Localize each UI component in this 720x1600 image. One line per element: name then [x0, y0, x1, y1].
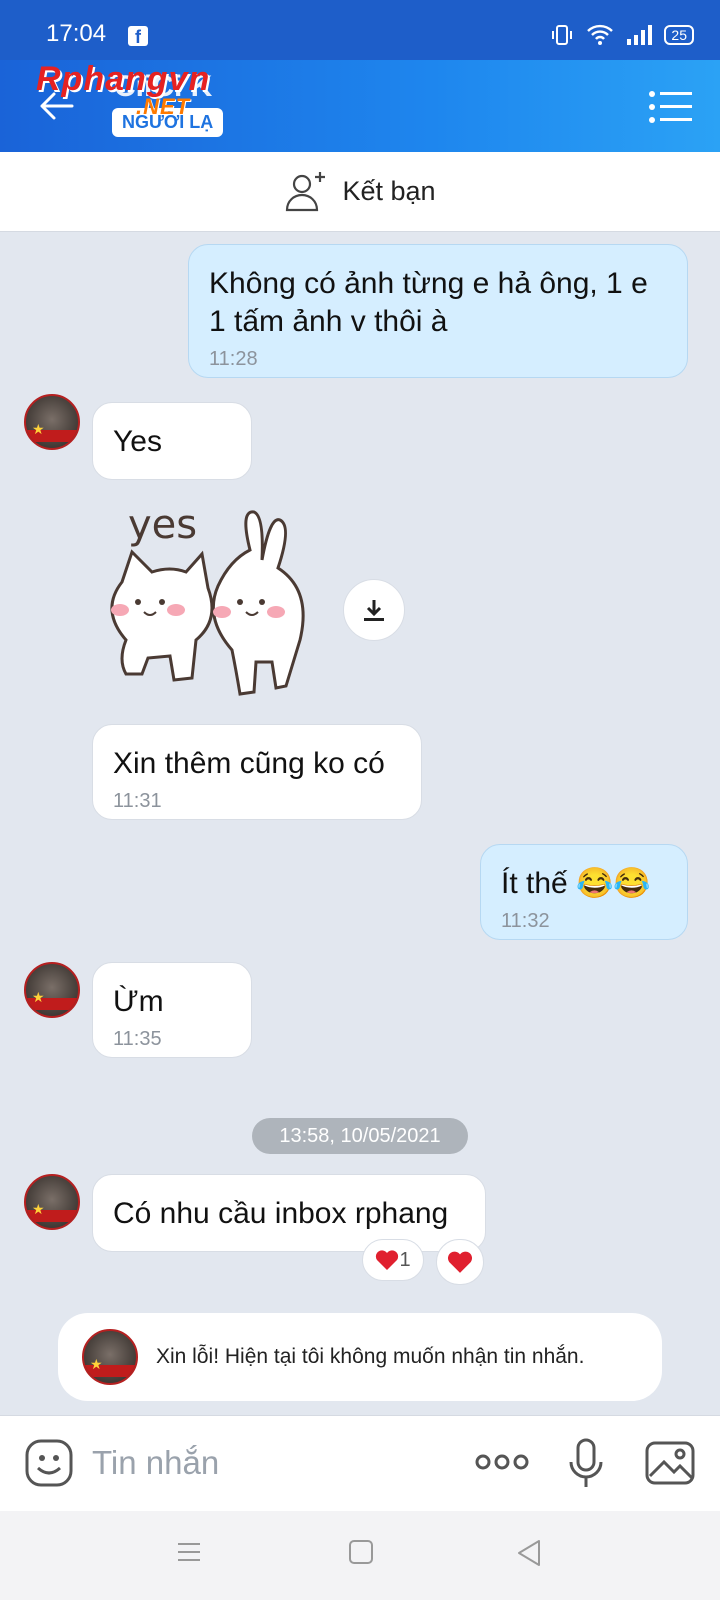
sticker-cat-shape — [110, 549, 214, 682]
message-text: Ít thế 😂😂 — [501, 867, 651, 900]
battery-icon: 25 — [664, 25, 694, 45]
watermark-suffix: .NET — [136, 94, 191, 119]
add-friend-label: Kết bạn — [342, 176, 436, 206]
message-time: 11:31 — [113, 790, 162, 812]
blocked-notice: ★ Xin lỗi! Hiện tại tôi không muốn nhận … — [58, 1313, 662, 1401]
message-text: Ừm — [113, 985, 164, 1018]
signal-icon — [627, 25, 653, 45]
system-navigation-bar — [0, 1511, 720, 1600]
status-bar: 17:04 f 25 — [0, 0, 720, 60]
wifi-icon — [587, 24, 614, 45]
nav-back-icon[interactable] — [516, 1539, 542, 1567]
message-bubble-incoming[interactable]: Có nhu cầu inbox rphang — [92, 1174, 486, 1252]
download-button[interactable] — [343, 579, 405, 641]
microphone-icon[interactable] — [566, 1436, 606, 1492]
sticker-image[interactable]: yes — [100, 490, 320, 722]
reaction-summary[interactable]: 1 — [362, 1239, 424, 1281]
status-icons: 25 — [550, 22, 694, 48]
heart-icon — [447, 1251, 473, 1273]
message-text: Có nhu cầu inbox rphang — [113, 1197, 449, 1230]
contact-avatar: ★ — [82, 1329, 138, 1385]
message-bubble-incoming[interactable]: Xin thêm cũng ko có 11:31 — [92, 724, 422, 820]
message-time: 11:28 — [209, 348, 258, 370]
status-time: 17:04 — [46, 20, 107, 47]
heart-icon — [376, 1250, 399, 1270]
contact-avatar[interactable]: ★ — [24, 962, 80, 1018]
more-options-icon[interactable] — [474, 1450, 530, 1474]
message-text: Xin thêm cũng ko có — [113, 747, 385, 780]
menu-icon[interactable] — [648, 90, 692, 124]
sticker-rabbit-shape — [211, 510, 305, 696]
react-heart-button[interactable] — [436, 1239, 484, 1285]
watermark-text: Rphangvn — [36, 60, 211, 98]
message-bubble-outgoing[interactable]: Không có ảnh từng e hả ông, 1 e 1 tấm ản… — [188, 244, 688, 378]
facebook-notification-icon: f — [128, 26, 148, 47]
message-list[interactable]: Không có ảnh từng e hả ông, 1 e 1 tấm ản… — [0, 232, 720, 1415]
message-time: 11:35 — [113, 1028, 162, 1050]
message-bubble-outgoing[interactable]: Ít thế 😂😂 11:32 — [480, 844, 688, 940]
notice-text: Xin lỗi! Hiện tại tôi không muốn nhận ti… — [156, 1345, 585, 1368]
add-friend-button[interactable]: Kết bạn — [0, 152, 720, 232]
chat-header: CiiCi K NGƯỜI LẠ Rphangvn .NET — [0, 60, 720, 152]
message-bubble-incoming[interactable]: Yes — [92, 402, 252, 480]
vibrate-icon — [552, 25, 573, 45]
reaction-count: 1 — [399, 1248, 411, 1271]
home-icon[interactable] — [348, 1539, 374, 1565]
message-bubble-incoming[interactable]: Ừm 11:35 — [92, 962, 252, 1058]
message-text: Yes — [113, 425, 162, 458]
sticker-text: yes — [128, 502, 197, 548]
message-input-bar: Tin nhắn — [0, 1415, 720, 1511]
sticker-emoji-icon[interactable] — [24, 1438, 74, 1488]
message-input[interactable]: Tin nhắn — [92, 1444, 219, 1482]
recent-apps-icon[interactable] — [176, 1539, 202, 1565]
add-user-icon — [286, 171, 326, 211]
message-text: Không có ảnh từng e hả ông, 1 e 1 tấm ản… — [209, 267, 648, 338]
image-gallery-icon[interactable] — [644, 1438, 696, 1488]
date-separator: 13:58, 10/05/2021 — [252, 1118, 468, 1154]
contact-avatar[interactable]: ★ — [24, 1174, 80, 1230]
message-time: 11:32 — [501, 910, 550, 932]
watermark-logo: Rphangvn .NET — [36, 60, 211, 119]
contact-avatar[interactable]: ★ — [24, 394, 80, 450]
download-icon — [364, 600, 384, 621]
